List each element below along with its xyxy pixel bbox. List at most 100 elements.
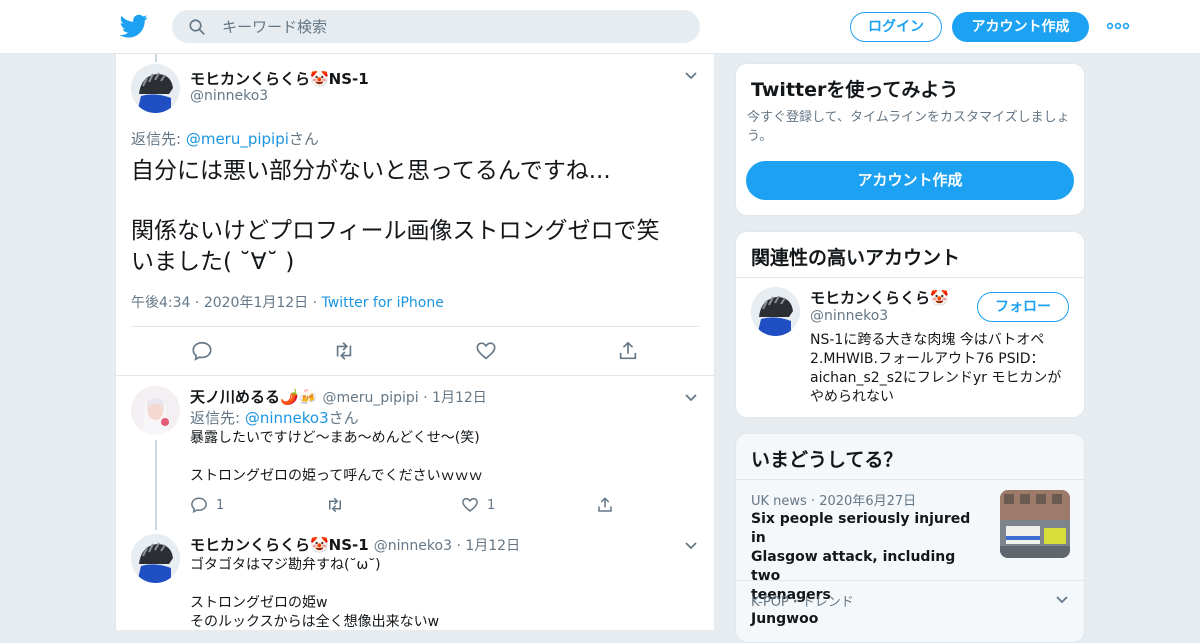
- twitter-logo-icon[interactable]: [120, 12, 148, 40]
- headline-line: Six people seriously injured in: [751, 511, 971, 546]
- chevron-down-icon[interactable]: [684, 393, 698, 403]
- tweet-date[interactable]: 1月12日: [465, 538, 520, 554]
- avatar-image: [131, 386, 180, 435]
- meta-separator: ·: [418, 390, 433, 406]
- tweet-text-line: ゴタゴタはマジ勘弁すね(˘ω˘): [190, 557, 381, 573]
- avatar-image: [131, 64, 180, 113]
- author-handle[interactable]: @meru_pipipi: [322, 390, 418, 406]
- meta-separator: ·: [452, 538, 466, 554]
- like-count: 1: [487, 497, 496, 513]
- tweet-text-line: 暴露したいですけど～まあ～めんどくせ～(笑): [190, 430, 480, 446]
- tweet-text: 暴露したいですけど～まあ～めんどくせ～(笑) ストロングゼロの姫って呼んでくださ…: [190, 429, 483, 486]
- signup-card-title: Twitterを使ってみよう: [751, 79, 959, 101]
- main-tweet: モヒカンくらくら🤡NS-1 @ninneko3 返信先: @meru_pipip…: [116, 54, 714, 376]
- chevron-down-icon[interactable]: [1055, 595, 1069, 605]
- reply-suffix: さん: [328, 409, 359, 427]
- tweet-text-line: ストロングゼロの姫w: [190, 595, 328, 611]
- signup-button[interactable]: アカウント作成: [952, 12, 1089, 42]
- share-icon[interactable]: [617, 340, 639, 362]
- author-handle[interactable]: @ninneko3: [190, 88, 268, 104]
- login-button[interactable]: ログイン: [850, 12, 942, 42]
- more-dots-icon[interactable]: [1106, 19, 1130, 33]
- tweet-text-line: ストロングゼロの姫って呼んでくださいｗｗｗ: [190, 468, 483, 484]
- bio-line: NS-1に跨る大きな肉塊 今はバトオペ: [810, 332, 1045, 348]
- meta-separator: ·: [806, 494, 820, 509]
- tweet-text-line: 関係ないけどプロフィール画像ストロングゼロで笑: [131, 218, 660, 244]
- tweet-source[interactable]: Twitter for iPhone: [322, 295, 444, 311]
- avatar[interactable]: [131, 64, 180, 113]
- reply-context: 返信先: @meru_pipipiさん: [131, 128, 319, 149]
- trend-date: 2020年6月27日: [819, 494, 917, 509]
- chevron-down-icon[interactable]: [684, 541, 698, 551]
- account-name[interactable]: モヒカンくらくら🤡: [810, 287, 949, 308]
- reply-button[interactable]: 1: [190, 496, 224, 514]
- avatar[interactable]: [751, 287, 800, 336]
- trend-item[interactable]: K-POP・トレンド Jungwoo: [736, 581, 1084, 641]
- share-button[interactable]: [596, 496, 614, 514]
- thread-line: [155, 440, 157, 530]
- news-photo: [1000, 490, 1070, 558]
- author-name[interactable]: モヒカンくらくら🤡NS-1: [190, 68, 369, 89]
- trend-item[interactable]: UK news · 2020年6月27日 Six people seriousl…: [736, 480, 1084, 603]
- reply-icon: [191, 497, 207, 514]
- top-bar: ログイン アカウント作成: [0, 0, 1200, 54]
- account-handle[interactable]: @ninneko3: [810, 308, 888, 324]
- avatar[interactable]: [131, 534, 180, 583]
- signup-card-button[interactable]: アカウント作成: [746, 161, 1074, 200]
- tweet-text-line: いました( ˘∀˘ ): [131, 249, 295, 275]
- trend-meta: UK news · 2020年6月27日: [751, 490, 916, 509]
- reply-tweet[interactable]: モヒカンくらくら🤡NS-1 @ninneko3 · 1月12日 ゴタゴタはマジ勘…: [116, 526, 714, 630]
- retweet-icon[interactable]: [332, 340, 356, 362]
- share-icon: [598, 497, 612, 512]
- tweet-time[interactable]: 午後4:34: [131, 295, 190, 311]
- trend-title: Jungwoo: [751, 611, 819, 627]
- divider: [131, 326, 699, 327]
- avatar-image: [131, 534, 180, 583]
- tweet-text-line: そのルックスからは全く想像出来ないw: [190, 614, 440, 630]
- search-input[interactable]: [222, 10, 682, 43]
- reply-icon[interactable]: [191, 340, 213, 362]
- author-name[interactable]: 天ノ川めるる🌶️🍻: [190, 388, 317, 406]
- bio-line: aichan_s2_s2にフレンドyr モヒカンが: [810, 370, 1062, 386]
- reply-context: 返信先: @ninneko3さん: [190, 407, 359, 428]
- avatar-image: [751, 287, 800, 336]
- search-box[interactable]: [172, 10, 700, 43]
- trend-category: K-POP・トレンド: [751, 595, 854, 610]
- reply-header: 天ノ川めるる🌶️🍻 @meru_pipipi · 1月12日: [190, 386, 487, 407]
- reply-count: 1: [216, 497, 225, 513]
- related-accounts-card: 関連性の高いアカウント モヒカンくらくら🤡 @ninneko3 フォロー NS-…: [735, 231, 1085, 418]
- reply-header: モヒカンくらくら🤡NS-1 @ninneko3 · 1月12日: [190, 534, 520, 555]
- chevron-down-icon[interactable]: [684, 71, 698, 81]
- follow-button[interactable]: フォロー: [977, 292, 1069, 322]
- tweet-text: ゴタゴタはマジ勘弁すね(˘ω˘) ストロングゼロの姫w そのルックスからは全く想…: [190, 556, 439, 630]
- tweet-text-line: 自分には悪い部分がないと思ってるんですね...: [131, 158, 611, 184]
- tweet-meta: 午後4:34 · 2020年1月12日 · Twitter for iPhone: [131, 292, 444, 312]
- trends-card: いまどうしてる？ UK news · 2020年6月27日 Six people…: [735, 433, 1085, 643]
- search-icon: [189, 19, 205, 35]
- like-icon[interactable]: [475, 340, 497, 362]
- timeline: モヒカンくらくら🤡NS-1 @ninneko3 返信先: @meru_pipip…: [115, 54, 715, 630]
- divider: [736, 277, 1084, 278]
- reply-suffix: さん: [288, 130, 319, 148]
- trends-card-title: いまどうしてる？: [751, 449, 903, 471]
- trend-thumbnail[interactable]: [1000, 490, 1070, 558]
- retweet-icon: [329, 497, 341, 513]
- author-handle[interactable]: @ninneko3: [374, 538, 452, 554]
- tweet-date[interactable]: 2020年1月12日: [204, 295, 308, 311]
- reply-to-link[interactable]: @ninneko3: [245, 409, 329, 427]
- like-icon: [462, 497, 478, 512]
- description-line: う。: [747, 129, 773, 144]
- bio-line: 2.MHWIB.フォールアウト76 PSID：: [810, 351, 1045, 367]
- account-bio: NS-1に跨る大きな肉塊 今はバトオペ 2.MHWIB.フォールアウト76 PS…: [810, 331, 1078, 407]
- bio-line: やめられない: [810, 389, 894, 405]
- retweet-button[interactable]: [325, 496, 345, 514]
- author-name[interactable]: モヒカンくらくら🤡NS-1: [190, 536, 369, 554]
- signup-card: Twitterを使ってみよう 今すぐ登録して、タイムラインをカスタマイズしましょ…: [735, 63, 1085, 216]
- tweet-text: 自分には悪い部分がないと思ってるんですね... 関係ないけどプロフィール画像スト…: [131, 156, 701, 278]
- trend-category: UK news: [751, 494, 807, 509]
- like-button[interactable]: 1: [461, 496, 495, 514]
- reply-prefix: 返信先:: [131, 130, 186, 148]
- reply-to-link[interactable]: @meru_pipipi: [186, 130, 289, 148]
- tweet-date[interactable]: 1月12日: [432, 390, 487, 406]
- avatar[interactable]: [131, 386, 180, 435]
